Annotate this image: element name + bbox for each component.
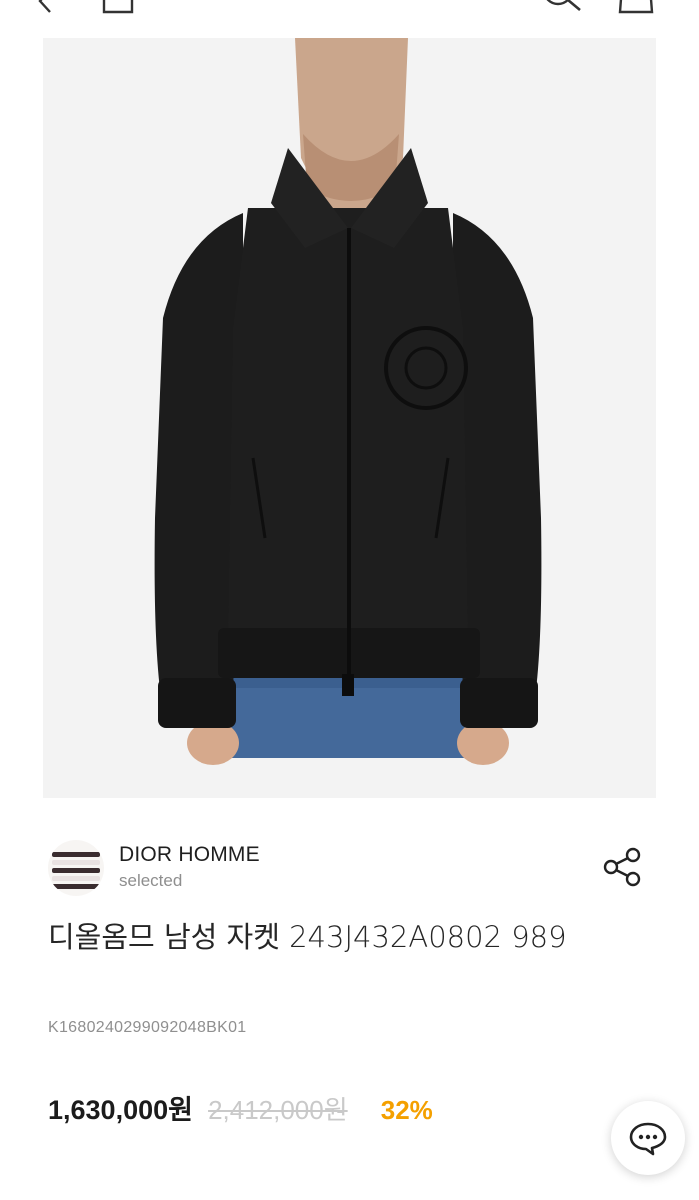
price-row: 1,630,000원 2,412,000원 32% <box>48 1088 433 1128</box>
shopping-bag-icon[interactable] <box>616 0 656 20</box>
sale-price: 1,630,000원 <box>48 1095 193 1125</box>
chat-bubble-icon <box>629 1122 667 1156</box>
brand-name[interactable]: DIOR HOMME <box>119 843 260 867</box>
brand-logo[interactable] <box>48 840 104 896</box>
search-icon[interactable] <box>540 0 584 20</box>
share-icon[interactable] <box>602 846 644 888</box>
home-icon[interactable] <box>100 0 136 20</box>
discount-rate: 32% <box>380 1095 433 1125</box>
product-image[interactable] <box>43 38 656 798</box>
jacket-photo <box>43 38 656 798</box>
chat-button[interactable] <box>611 1101 685 1175</box>
back-icon[interactable] <box>30 0 60 20</box>
original-price: 2,412,000원 <box>208 1095 348 1125</box>
product-title: 디올옴므 남성 자켓 243J432A0802 989 <box>48 920 567 954</box>
brand-subtitle: selected <box>119 871 183 890</box>
product-code: K1680240299092048BK01 <box>48 1019 247 1036</box>
brand-row[interactable]: DIOR HOMME selected <box>48 836 648 896</box>
top-nav-bar <box>0 0 699 20</box>
